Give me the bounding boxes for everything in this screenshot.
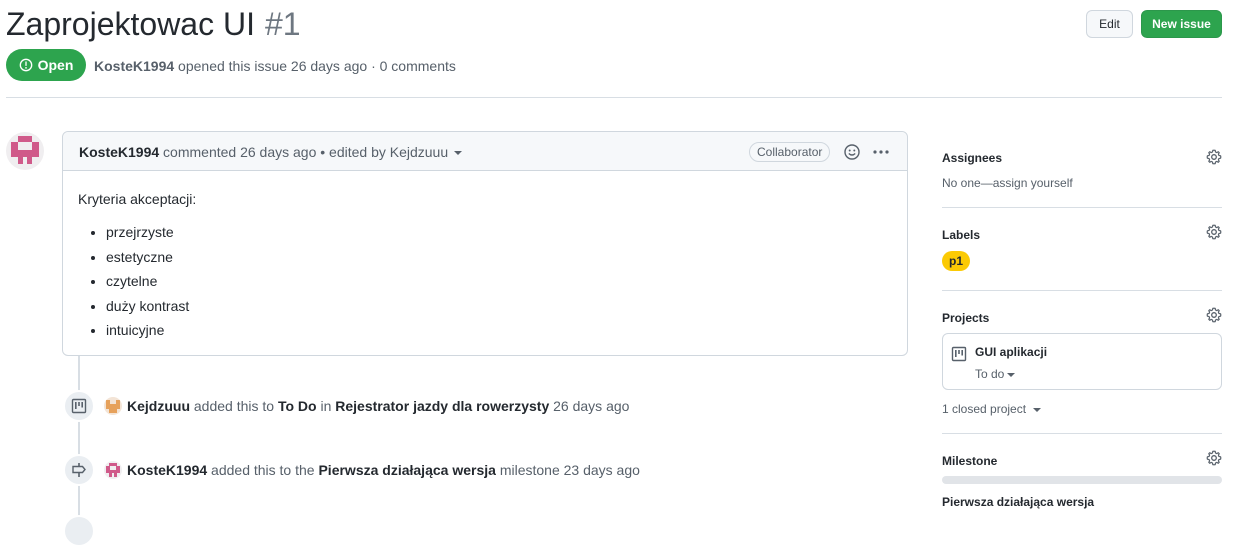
label-p1[interactable]: p1: [942, 251, 970, 271]
milestone-icon: [72, 463, 86, 477]
smiley-icon[interactable]: [844, 144, 860, 160]
project-card[interactable]: GUI aplikacji To do: [942, 333, 1222, 390]
labels-heading[interactable]: Labels: [942, 228, 980, 242]
issue-open-icon: [19, 58, 32, 72]
new-issue-button[interactable]: New issue: [1141, 10, 1222, 38]
comment-box: KosteK1994 commented 26 days ago • edite…: [62, 131, 908, 356]
avatar[interactable]: [6, 132, 44, 170]
sidebar-divider: [942, 290, 1222, 291]
sidebar-divider: [942, 433, 1222, 434]
timeline-badge-milestone: [63, 454, 95, 486]
chevron-down-icon: [1007, 372, 1016, 377]
project-card-title[interactable]: GUI aplikacji: [975, 345, 1047, 359]
kebab-horizontal-icon[interactable]: [872, 143, 890, 161]
issue-title-text: Zaprojektowac UI: [6, 6, 255, 42]
project-icon: [71, 398, 87, 414]
issue-meta-text: opened this issue 26 days ago · 0 commen…: [178, 58, 456, 74]
comment-author-link[interactable]: KosteK1994: [79, 144, 159, 160]
event-time[interactable]: 23 days ago: [564, 462, 640, 478]
timeline-badge-next: [63, 515, 95, 547]
chevron-down-icon[interactable]: [454, 151, 463, 156]
project-column-dropdown[interactable]: To do: [975, 367, 1016, 381]
event-text: added this to the: [211, 462, 315, 478]
list-item: intuicyjne: [106, 322, 189, 347]
comment-header-text: KosteK1994 commented 26 days ago • edite…: [79, 144, 463, 160]
sidebar-divider: [942, 207, 1222, 208]
gear-icon[interactable]: [1206, 307, 1222, 323]
comment-header: KosteK1994 commented 26 days ago • edite…: [63, 132, 907, 171]
event-text: milestone: [499, 462, 560, 478]
gear-icon[interactable]: [1206, 224, 1222, 240]
issue-author-link[interactable]: KosteK1994: [94, 58, 174, 74]
collaborator-badge: Collaborator: [749, 142, 831, 162]
milestone-name[interactable]: Pierwsza działająca wersja: [942, 495, 1094, 509]
timeline-event-project: Kejdzuuu added this to To Do in Rejestra…: [127, 398, 629, 414]
issue-state-badge: Open: [6, 49, 86, 81]
timeline-badge-project: [63, 390, 95, 422]
milestone-link[interactable]: Pierwsza działająca wersja: [318, 462, 495, 478]
timeline-line: [78, 356, 80, 523]
milestone-heading[interactable]: Milestone: [942, 454, 997, 468]
gear-icon[interactable]: [1206, 149, 1222, 165]
issue-state-label: Open: [37, 57, 74, 73]
list-item: estetyczne: [106, 249, 189, 274]
chevron-down-icon: [1033, 407, 1042, 412]
actor-link[interactable]: KosteK1994: [127, 462, 207, 478]
issue-number: #1: [264, 6, 301, 42]
column-link[interactable]: To Do: [278, 398, 317, 414]
list-item: czytelne: [106, 273, 189, 298]
assignees-value[interactable]: No one—assign yourself: [942, 176, 1073, 190]
header-divider: [6, 97, 1222, 98]
list-item: przejrzyste: [106, 224, 189, 249]
event-text: added this to: [193, 398, 275, 414]
actor-link[interactable]: Kejdzuuu: [127, 398, 190, 414]
milestone-progress-bar: [942, 476, 1222, 484]
edit-button[interactable]: Edit: [1086, 10, 1133, 38]
assignees-heading[interactable]: Assignees: [942, 151, 1002, 165]
avatar[interactable]: [104, 397, 122, 415]
issue-title: Zaprojektowac UI #1: [6, 4, 301, 44]
comment-action: commented 26 days ago • edited by Kejdzu…: [163, 144, 449, 160]
criteria-list: przejrzyste estetyczne czytelne duży kon…: [89, 224, 189, 347]
event-time[interactable]: 26 days ago: [553, 398, 629, 414]
comment-intro: Kryteria akceptacji:: [78, 191, 197, 207]
issue-meta: KosteK1994 opened this issue 26 days ago…: [94, 58, 456, 74]
closed-projects-toggle[interactable]: 1 closed project: [942, 402, 1042, 416]
timeline-event-milestone: KosteK1994 added this to the Pierwsza dz…: [127, 462, 640, 478]
list-item: duży kontrast: [106, 298, 189, 323]
project-icon: [951, 346, 967, 362]
event-text: in: [320, 398, 332, 414]
project-link[interactable]: Rejestrator jazdy dla rowerzysty: [335, 398, 549, 414]
projects-heading[interactable]: Projects: [942, 311, 989, 325]
gear-icon[interactable]: [1206, 450, 1222, 466]
avatar[interactable]: [104, 461, 122, 479]
